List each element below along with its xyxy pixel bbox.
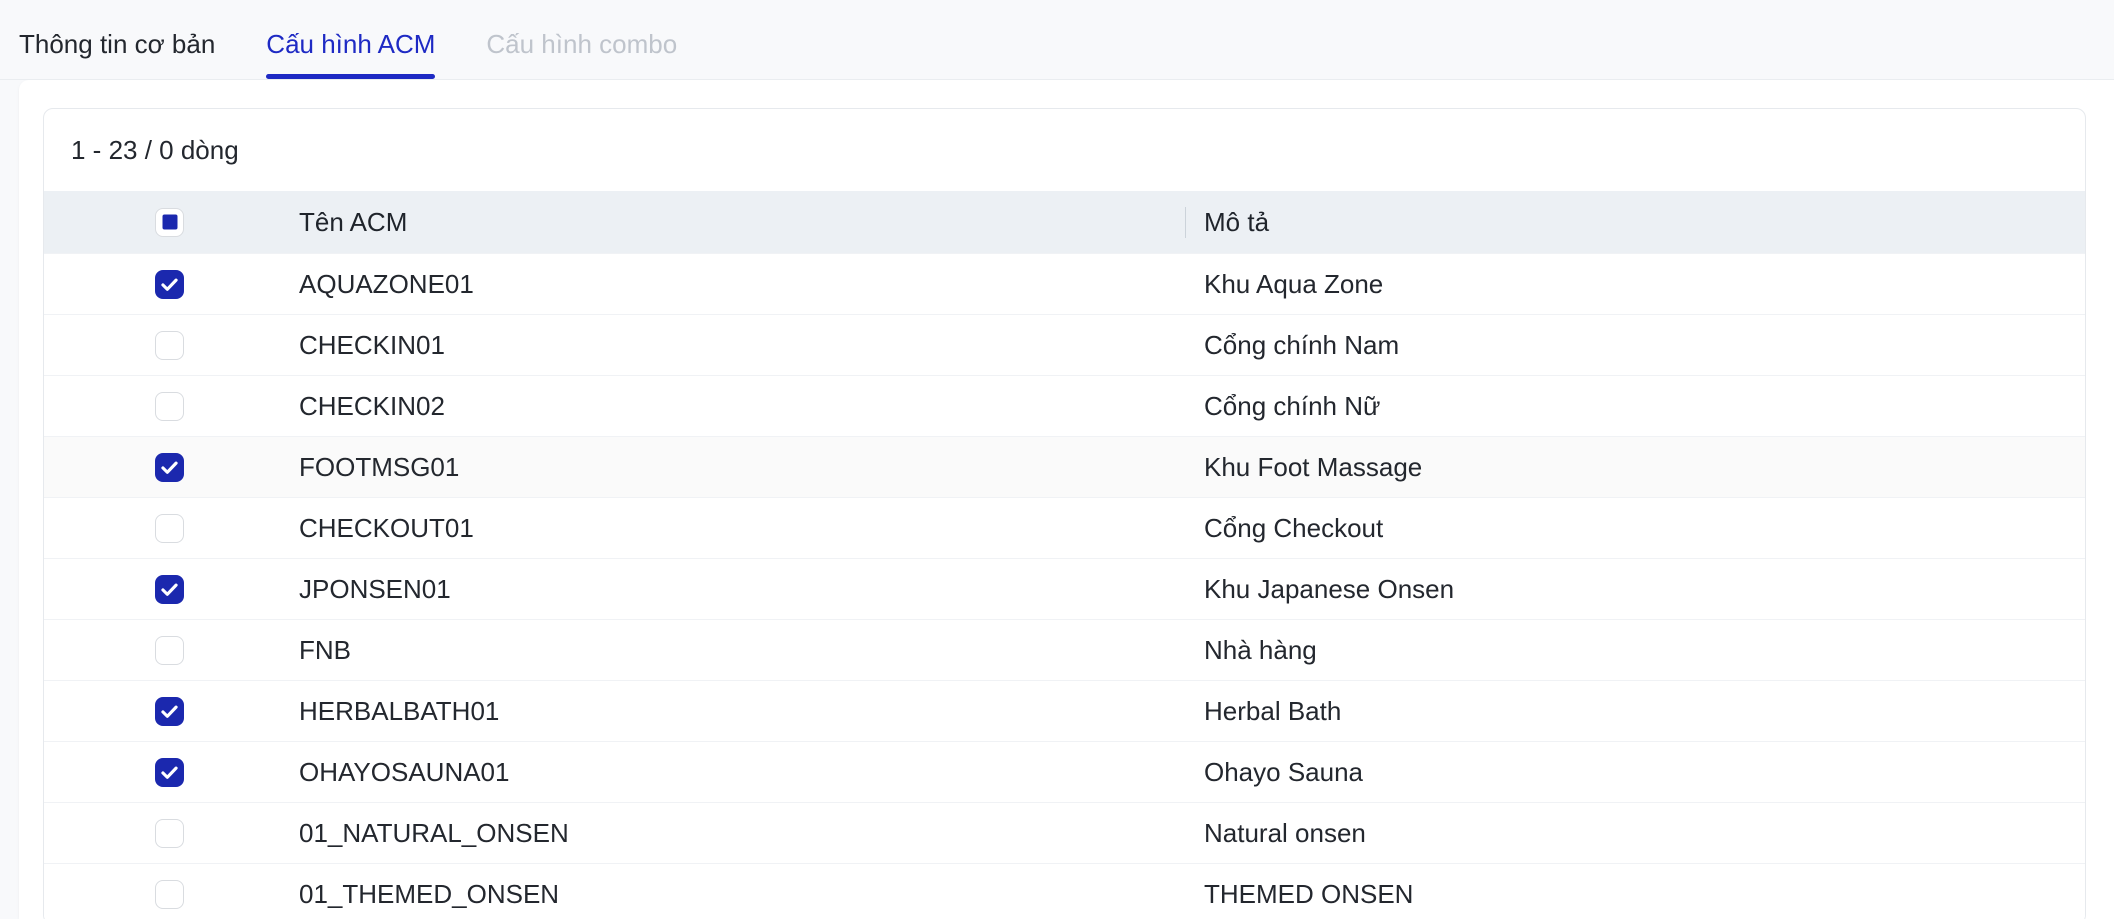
table-row: OHAYOSAUNA01 Ohayo Sauna bbox=[44, 741, 2085, 802]
acm-name: 01_NATURAL_ONSEN bbox=[299, 818, 1185, 849]
acm-description: Nhà hàng bbox=[1185, 635, 2085, 666]
row-select-cell bbox=[44, 697, 299, 726]
acm-name: FOOTMSG01 bbox=[299, 452, 1185, 483]
table-row: 01_THEMED_ONSEN THEMED ONSEN bbox=[44, 863, 2085, 919]
acm-description: Khu Japanese Onsen bbox=[1185, 574, 2085, 605]
table-header-row: Tên ACM Mô tả bbox=[44, 191, 2085, 253]
row-select-cell bbox=[44, 636, 299, 665]
row-select-cell bbox=[44, 575, 299, 604]
acm-description: Cổng Checkout bbox=[1185, 513, 2085, 544]
acm-table-panel: 1 - 23 / 0 dòng Tên ACM Mô tả AQUAZONE01… bbox=[43, 108, 2086, 919]
row-select-cell bbox=[44, 758, 299, 787]
row-select-cell bbox=[44, 453, 299, 482]
acm-name: FNB bbox=[299, 635, 1185, 666]
row-checkbox[interactable] bbox=[155, 758, 184, 787]
pagination-text: 1 - 23 / 0 dòng bbox=[71, 135, 239, 166]
check-icon bbox=[159, 762, 180, 783]
acm-description: Khu Foot Massage bbox=[1185, 452, 2085, 483]
table-body: AQUAZONE01 Khu Aqua Zone CHECKIN01 Cổng … bbox=[44, 253, 2085, 919]
acm-name: AQUAZONE01 bbox=[299, 269, 1185, 300]
acm-description: Khu Aqua Zone bbox=[1185, 269, 2085, 300]
check-icon bbox=[159, 457, 180, 478]
acm-description: Cổng chính Nam bbox=[1185, 330, 2085, 361]
acm-name: 01_THEMED_ONSEN bbox=[299, 879, 1185, 910]
check-icon bbox=[159, 274, 180, 295]
table-row: AQUAZONE01 Khu Aqua Zone bbox=[44, 253, 2085, 314]
acm-description: Cổng chính Nữ bbox=[1185, 391, 2085, 422]
tab-cau-hinh-combo[interactable]: Cấu hình combo bbox=[486, 0, 677, 79]
row-select-cell bbox=[44, 392, 299, 421]
table-row: CHECKOUT01 Cổng Checkout bbox=[44, 497, 2085, 558]
table-row: HERBALBATH01 Herbal Bath bbox=[44, 680, 2085, 741]
row-checkbox[interactable] bbox=[155, 514, 184, 543]
row-select-cell bbox=[44, 331, 299, 360]
tab-thong-tin-co-ban[interactable]: Thông tin cơ bản bbox=[19, 0, 215, 79]
row-checkbox[interactable] bbox=[155, 392, 184, 421]
table-row: FOOTMSG01 Khu Foot Massage bbox=[44, 436, 2085, 497]
acm-name: OHAYOSAUNA01 bbox=[299, 757, 1185, 788]
row-checkbox[interactable] bbox=[155, 636, 184, 665]
row-checkbox[interactable] bbox=[155, 331, 184, 360]
row-checkbox[interactable] bbox=[155, 880, 184, 909]
check-icon bbox=[159, 701, 180, 722]
table-row: FNB Nhà hàng bbox=[44, 619, 2085, 680]
acm-name: CHECKIN02 bbox=[299, 391, 1185, 422]
row-select-cell bbox=[44, 880, 299, 909]
row-checkbox[interactable] bbox=[155, 453, 184, 482]
acm-description: THEMED ONSEN bbox=[1185, 879, 2085, 910]
tab-cau-hinh-acm[interactable]: Cấu hình ACM bbox=[266, 0, 435, 79]
acm-description: Herbal Bath bbox=[1185, 696, 2085, 727]
header-name-cell: Tên ACM bbox=[299, 207, 1185, 238]
acm-description: Ohayo Sauna bbox=[1185, 757, 2085, 788]
row-checkbox[interactable] bbox=[155, 575, 184, 604]
row-checkbox[interactable] bbox=[155, 819, 184, 848]
acm-name: CHECKOUT01 bbox=[299, 513, 1185, 544]
pagination-bar: 1 - 23 / 0 dòng bbox=[44, 109, 2085, 191]
header-select-cell bbox=[44, 208, 299, 237]
table-row: 01_NATURAL_ONSEN Natural onsen bbox=[44, 802, 2085, 863]
acm-description: Natural onsen bbox=[1185, 818, 2085, 849]
row-select-cell bbox=[44, 819, 299, 848]
select-all-checkbox[interactable] bbox=[155, 208, 184, 237]
row-select-cell bbox=[44, 514, 299, 543]
row-select-cell bbox=[44, 270, 299, 299]
tab-bar: Thông tin cơ bản Cấu hình ACM Cấu hình c… bbox=[0, 0, 2114, 80]
table-row: CHECKIN02 Cổng chính Nữ bbox=[44, 375, 2085, 436]
acm-name: HERBALBATH01 bbox=[299, 696, 1185, 727]
row-checkbox[interactable] bbox=[155, 697, 184, 726]
content-card: 1 - 23 / 0 dòng Tên ACM Mô tả AQUAZONE01… bbox=[19, 80, 2114, 919]
check-icon bbox=[159, 579, 180, 600]
table-row: CHECKIN01 Cổng chính Nam bbox=[44, 314, 2085, 375]
header-description-cell: Mô tả bbox=[1185, 207, 2085, 238]
table-row: JPONSEN01 Khu Japanese Onsen bbox=[44, 558, 2085, 619]
row-checkbox[interactable] bbox=[155, 270, 184, 299]
acm-name: JPONSEN01 bbox=[299, 574, 1185, 605]
acm-name: CHECKIN01 bbox=[299, 330, 1185, 361]
